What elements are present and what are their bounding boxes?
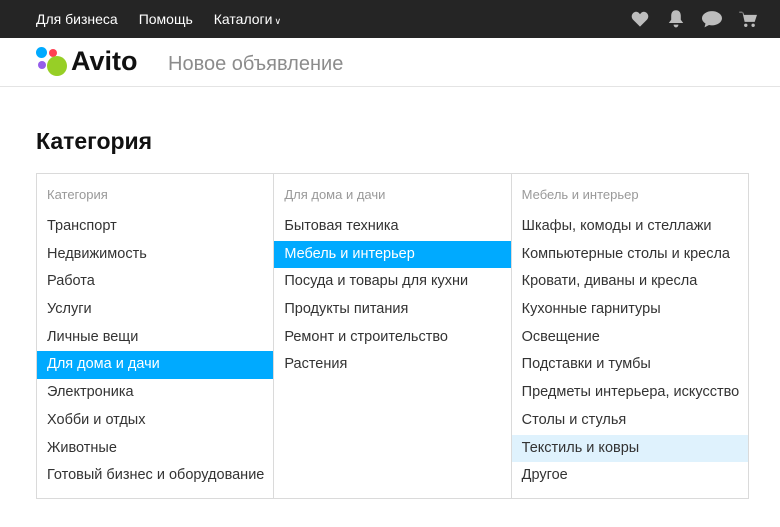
category-item[interactable]: Предметы интерьера, искусство <box>512 379 748 407</box>
cart-icon[interactable] <box>738 9 758 29</box>
category-item[interactable]: Компьютерные столы и кресла <box>512 241 748 269</box>
page-subtitle: Новое объявление <box>168 53 344 75</box>
logo-dot-green <box>47 55 67 76</box>
column-title: Мебель и интерьер <box>521 187 639 202</box>
top-bar: Для бизнеса Помощь Каталоги ∨ <box>0 0 780 38</box>
category-item[interactable]: Освещение <box>512 324 748 352</box>
category-list: Транспорт Недвижимость Работа Услуги Личные … <box>37 213 274 490</box>
category-item[interactable]: Шкафы, комоды и стеллажи <box>512 213 748 241</box>
category-item[interactable]: Посуда и товары для кухни <box>274 268 510 296</box>
category-item[interactable]: Готовый бизнес и оборудование <box>37 462 273 490</box>
category-item[interactable]: Продукты питания <box>274 296 510 324</box>
category-item[interactable]: Хобби и отдых <box>37 407 273 435</box>
category-item[interactable]: Другое <box>512 462 748 490</box>
category-column-1: Категория Транспорт Недвижимость Работа Усл… <box>37 174 275 498</box>
category-item[interactable]: Для дома и дачи <box>37 351 274 380</box>
nav-catalogs-label: Каталоги <box>213 11 273 27</box>
category-item[interactable]: Работа <box>37 268 273 296</box>
page-title: Категория <box>36 128 153 154</box>
category-list: Бытовая техника Мебель и интерьер Посуда и… <box>274 213 511 379</box>
bell-icon[interactable] <box>666 9 686 29</box>
logo-dot-blue <box>36 46 47 58</box>
page-header: Avito Новое объявление <box>0 38 780 87</box>
avito-logo[interactable]: Avito <box>35 46 138 77</box>
nav-help-link[interactable]: Помощь <box>139 11 193 27</box>
category-picker: Категория Транспорт Недвижимость Работа Усл… <box>36 173 749 499</box>
category-column-3: Мебель и интерьер Шкафы, комоды и стелла… <box>511 174 748 498</box>
category-item[interactable]: Подставки и тумбы <box>512 351 748 379</box>
top-nav: Для бизнеса Помощь Каталоги ∨ <box>36 0 302 38</box>
category-item[interactable]: Растения <box>274 351 510 379</box>
heart-icon[interactable] <box>630 9 650 29</box>
category-item[interactable]: Недвижимость <box>37 241 273 269</box>
logo-text: Avito <box>71 46 138 76</box>
nav-catalogs-link[interactable]: Каталоги ∨ <box>214 11 281 27</box>
category-item[interactable]: Кухонные гарнитуры <box>512 296 748 324</box>
logo-dots-icon <box>35 46 69 77</box>
category-item[interactable]: Мебель и интерьер <box>274 240 511 269</box>
category-item[interactable]: Ремонт и строительство <box>274 324 510 352</box>
nav-business-link[interactable]: Для бизнеса <box>36 11 118 27</box>
top-icons <box>614 0 758 38</box>
category-item[interactable]: Кровати, диваны и кресла <box>512 268 748 296</box>
category-list: Шкафы, комоды и стеллажи Компьютерные сто… <box>511 213 748 490</box>
column-title: Категория <box>47 187 108 202</box>
category-item[interactable]: Транспорт <box>37 213 273 241</box>
category-item[interactable]: Личные вещи <box>37 324 273 352</box>
logo-dot-purple <box>38 60 46 69</box>
category-item[interactable]: Бытовая техника <box>274 213 510 241</box>
category-column-2: Для дома и дачи Бытовая техника Мебель и … <box>274 174 512 498</box>
category-item[interactable]: Текстиль и ковры <box>511 434 748 463</box>
chevron-down-icon: ∨ <box>274 16 282 26</box>
chat-icon[interactable] <box>702 9 722 29</box>
category-item[interactable]: Электроника <box>37 379 273 407</box>
category-item[interactable]: Животные <box>37 435 273 463</box>
category-item[interactable]: Столы и стулья <box>512 407 748 435</box>
column-title: Для дома и дачи <box>284 187 386 202</box>
category-item[interactable]: Услуги <box>37 296 273 324</box>
